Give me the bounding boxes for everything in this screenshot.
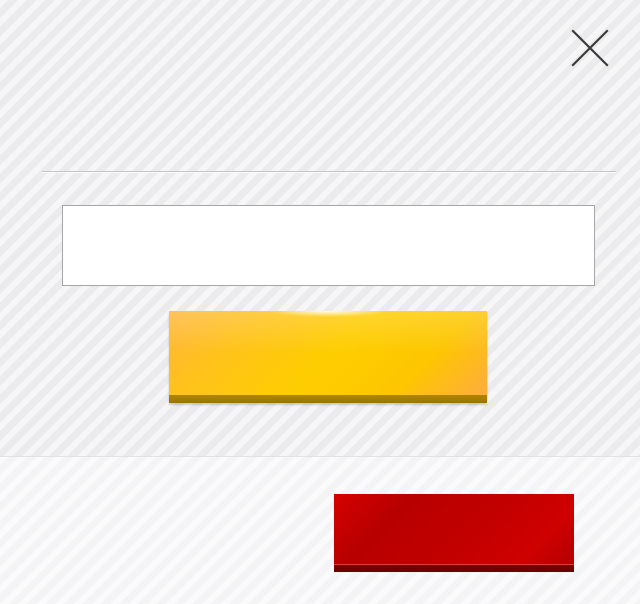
- button-sheen: [169, 311, 487, 353]
- header-divider: [42, 171, 616, 173]
- dialog-footer: [0, 456, 640, 604]
- dialog: [0, 0, 640, 604]
- text-input[interactable]: [62, 205, 595, 286]
- close-button[interactable]: [566, 24, 614, 72]
- secondary-button[interactable]: [334, 494, 574, 572]
- dialog-title: [42, 110, 562, 150]
- primary-button[interactable]: [169, 311, 487, 403]
- close-icon: [571, 29, 609, 67]
